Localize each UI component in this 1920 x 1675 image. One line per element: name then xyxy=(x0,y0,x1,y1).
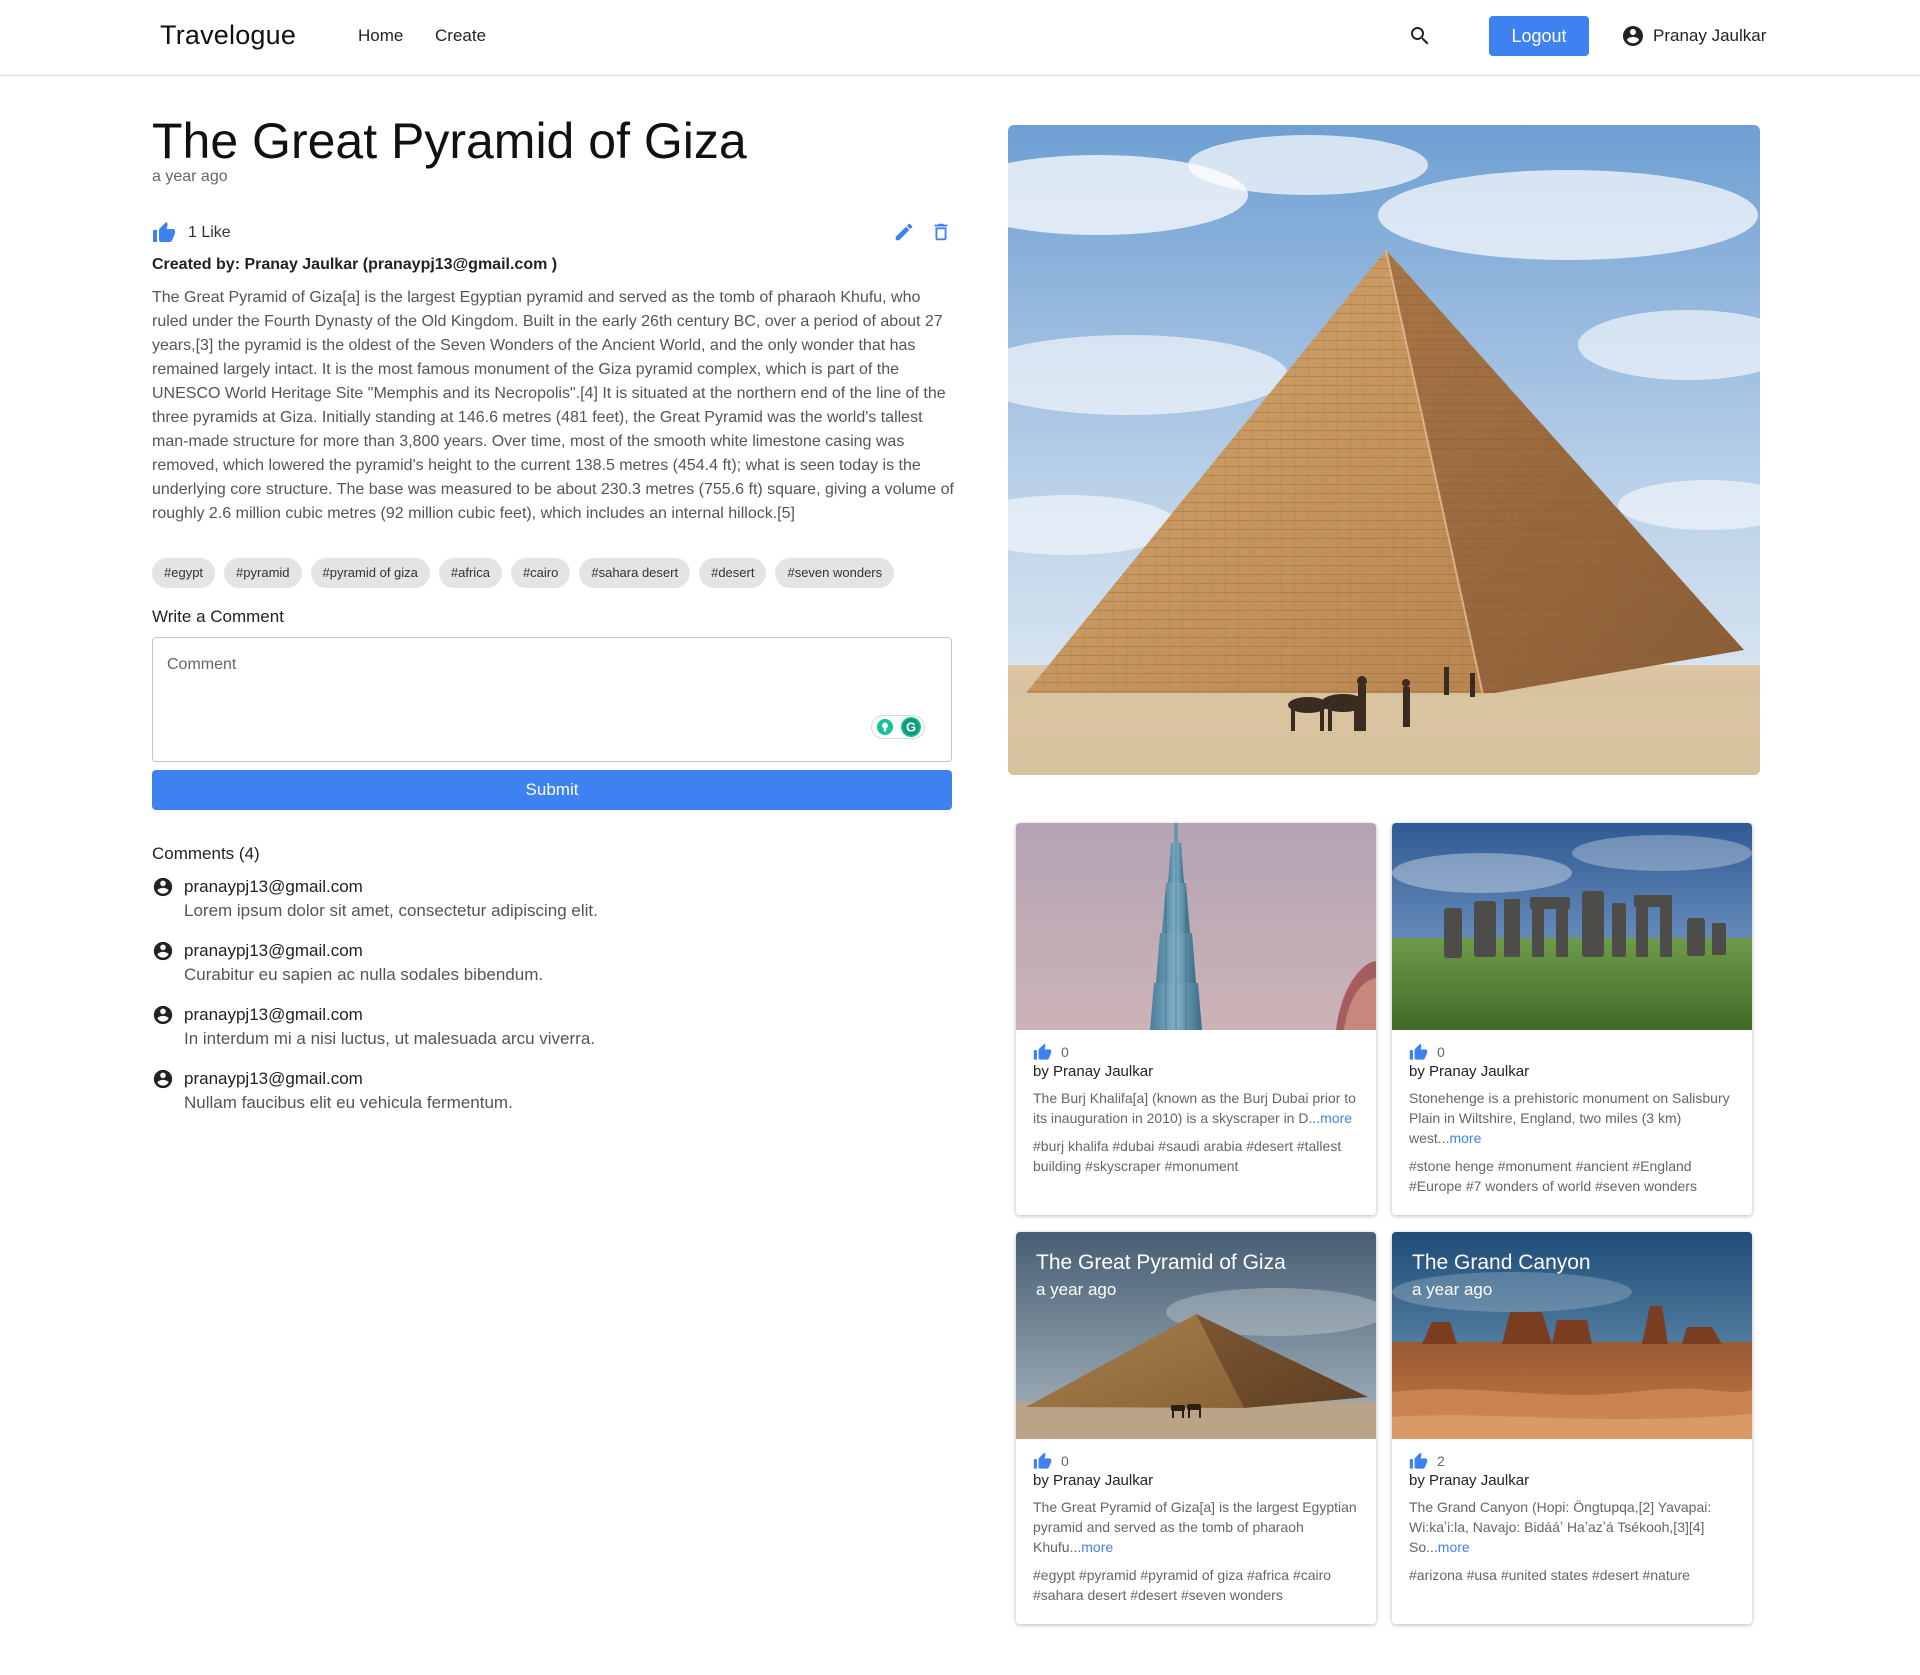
pyramid-photo xyxy=(1008,125,1760,775)
read-more-link[interactable]: more xyxy=(1438,1539,1470,1555)
thumb-up-icon[interactable] xyxy=(1033,1043,1052,1062)
card-like[interactable]: 2 xyxy=(1409,1451,1739,1471)
nav-user-name[interactable]: Pranay Jaulkar xyxy=(1653,26,1766,46)
card-description: The Great Pyramid of Giza[a] is the larg… xyxy=(1033,1497,1363,1557)
comment-text: Nullam faucibus elit eu vehicula ferment… xyxy=(184,1093,513,1112)
card-author: by Pranay Jaulkar xyxy=(1409,1472,1530,1489)
card-body: 0 by Pranay Jaulkar The Great Pyramid of… xyxy=(1033,1451,1363,1605)
card-image: The Grand Canyon a year ago xyxy=(1392,1232,1752,1439)
account-circle-icon xyxy=(153,941,173,961)
post-tags: #egypt #pyramid #pyramid of giza #africa… xyxy=(152,558,895,588)
burj-khalifa-photo xyxy=(1016,823,1376,1030)
related-post-card[interactable]: The Grand Canyon a year ago 2 by Pranay … xyxy=(1392,1232,1752,1624)
like-button[interactable]: 1 Like xyxy=(152,220,231,246)
tag-chip[interactable]: #seven wonders xyxy=(775,558,895,588)
logout-button[interactable]: Logout xyxy=(1489,16,1589,56)
comment-user: pranaypj13@gmail.com xyxy=(184,1069,363,1088)
tag-chip[interactable]: #pyramid of giza xyxy=(310,558,430,588)
read-more-link[interactable]: more xyxy=(1081,1539,1113,1555)
post-body-text: The Great Pyramid of Giza[a] is the larg… xyxy=(152,289,954,522)
related-post-card[interactable]: The Great Pyramid of Giza a year ago 0 b… xyxy=(1016,1232,1376,1624)
comment-item: pranaypj13@gmail.com In interdum mi a ni… xyxy=(152,1004,952,1068)
card-description: Stonehenge is a prehistoric monument on … xyxy=(1409,1088,1739,1148)
card-tags: #egypt #pyramid #pyramid of giza #africa… xyxy=(1033,1567,1332,1603)
read-more-link[interactable]: more xyxy=(1449,1130,1481,1146)
pencil-icon[interactable] xyxy=(893,221,915,243)
card-body: 0 by Pranay Jaulkar Stonehenge is a preh… xyxy=(1409,1042,1739,1196)
svg-text:G: G xyxy=(906,720,916,735)
card-description: The Burj Khalifa[a] (known as the Burj D… xyxy=(1033,1088,1363,1128)
card-like-count: 0 xyxy=(1437,1044,1445,1060)
tag-chip[interactable]: #desert xyxy=(699,558,767,588)
thumb-up-icon[interactable] xyxy=(152,221,176,245)
account-circle-icon xyxy=(153,1069,173,1089)
search-icon[interactable] xyxy=(1408,24,1432,48)
tag-chip[interactable]: #sahara desert xyxy=(579,558,691,588)
card-tags: #stone henge #monument #ancient #England… xyxy=(1409,1158,1697,1194)
comment-user: pranaypj13@gmail.com xyxy=(184,941,363,960)
card-overlay-time: a year ago xyxy=(1412,1280,1493,1299)
comment-list: pranaypj13@gmail.com Lorem ipsum dolor s… xyxy=(152,876,952,1132)
comment-text: Lorem ipsum dolor sit amet, consectetur … xyxy=(184,901,598,920)
trash-icon[interactable] xyxy=(930,221,952,243)
card-like-count: 0 xyxy=(1061,1453,1069,1469)
tag-chip[interactable]: #egypt xyxy=(152,558,216,588)
submit-comment-button[interactable]: Submit xyxy=(152,770,952,810)
card-description-text: The Burj Khalifa[a] (known as the Burj D… xyxy=(1033,1090,1356,1126)
comment-item: pranaypj13@gmail.com Lorem ipsum dolor s… xyxy=(152,876,952,940)
like-count: 1 Like xyxy=(188,224,231,241)
card-overlay-title: The Great Pyramid of Giza xyxy=(1036,1251,1286,1274)
account-circle-icon[interactable] xyxy=(1621,24,1645,48)
nav-create-link[interactable]: Create xyxy=(435,26,486,46)
write-comment-label: Write a Comment xyxy=(152,607,284,626)
card-like[interactable]: 0 xyxy=(1033,1451,1363,1471)
card-body: 2 by Pranay Jaulkar The Grand Canyon (Ho… xyxy=(1409,1451,1739,1585)
card-like[interactable]: 0 xyxy=(1033,1042,1363,1062)
top-navbar: Travelogue Home Create Logout Pranay Jau… xyxy=(0,0,1920,76)
card-image: The Great Pyramid of Giza a year ago xyxy=(1016,1232,1376,1439)
nav-home-link[interactable]: Home xyxy=(358,26,403,46)
comment-text: In interdum mi a nisi luctus, ut malesua… xyxy=(184,1029,596,1048)
stonehenge-photo xyxy=(1392,823,1752,1030)
tag-chip[interactable]: #cairo xyxy=(510,558,571,588)
thumb-up-icon[interactable] xyxy=(1409,1452,1428,1471)
card-image xyxy=(1392,823,1752,1030)
post-hero-image xyxy=(1008,125,1760,775)
card-author: by Pranay Jaulkar xyxy=(1033,1472,1154,1489)
thumb-up-icon[interactable] xyxy=(1033,1452,1052,1471)
tag-chip[interactable]: #africa xyxy=(438,558,502,588)
account-circle-icon xyxy=(153,1005,173,1025)
comment-text: Curabitur eu sapien ac nulla sodales bib… xyxy=(184,965,544,984)
card-overlay-time: a year ago xyxy=(1036,1280,1117,1299)
card-like[interactable]: 0 xyxy=(1409,1042,1739,1062)
read-more-link[interactable]: more xyxy=(1320,1110,1352,1126)
post-timestamp: a year ago xyxy=(152,168,228,185)
card-description: The Grand Canyon (Hopi: Öngtupqa,[2] Yav… xyxy=(1409,1497,1739,1557)
brand-logo[interactable]: Travelogue xyxy=(160,20,296,51)
related-post-card[interactable]: 0 by Pranay Jaulkar Stonehenge is a preh… xyxy=(1392,823,1752,1215)
comment-user: pranaypj13@gmail.com xyxy=(184,1005,363,1024)
comment-user: pranaypj13@gmail.com xyxy=(184,877,363,896)
post-title: The Great Pyramid of Giza xyxy=(152,113,747,169)
card-tags: #burj khalifa #dubai #saudi arabia #dese… xyxy=(1033,1138,1342,1174)
card-author: by Pranay Jaulkar xyxy=(1409,1063,1530,1080)
card-body: 0 by Pranay Jaulkar The Burj Khalifa[a] … xyxy=(1033,1042,1363,1176)
grammarly-icon[interactable]: G xyxy=(871,715,925,739)
post-author: Created by: Pranay Jaulkar (pranaypj13@g… xyxy=(152,256,558,273)
card-like-count: 0 xyxy=(1061,1044,1069,1060)
card-image xyxy=(1016,823,1376,1030)
comment-item: pranaypj13@gmail.com Nullam faucibus eli… xyxy=(152,1068,952,1132)
related-post-card[interactable]: 0 by Pranay Jaulkar The Burj Khalifa[a] … xyxy=(1016,823,1376,1215)
account-circle-icon xyxy=(153,877,173,897)
comment-input-wrapper: G xyxy=(152,637,952,762)
card-tags: #arizona #usa #united states #desert #na… xyxy=(1409,1567,1690,1583)
thumb-up-icon[interactable] xyxy=(1409,1043,1428,1062)
card-author: by Pranay Jaulkar xyxy=(1033,1063,1154,1080)
comment-item: pranaypj13@gmail.com Curabitur eu sapien… xyxy=(152,940,952,1004)
card-overlay-title: The Grand Canyon xyxy=(1412,1251,1591,1274)
comment-input[interactable] xyxy=(153,638,951,761)
comments-heading: Comments (4) xyxy=(152,844,260,863)
card-like-count: 2 xyxy=(1437,1453,1445,1469)
tag-chip[interactable]: #pyramid xyxy=(224,558,302,588)
